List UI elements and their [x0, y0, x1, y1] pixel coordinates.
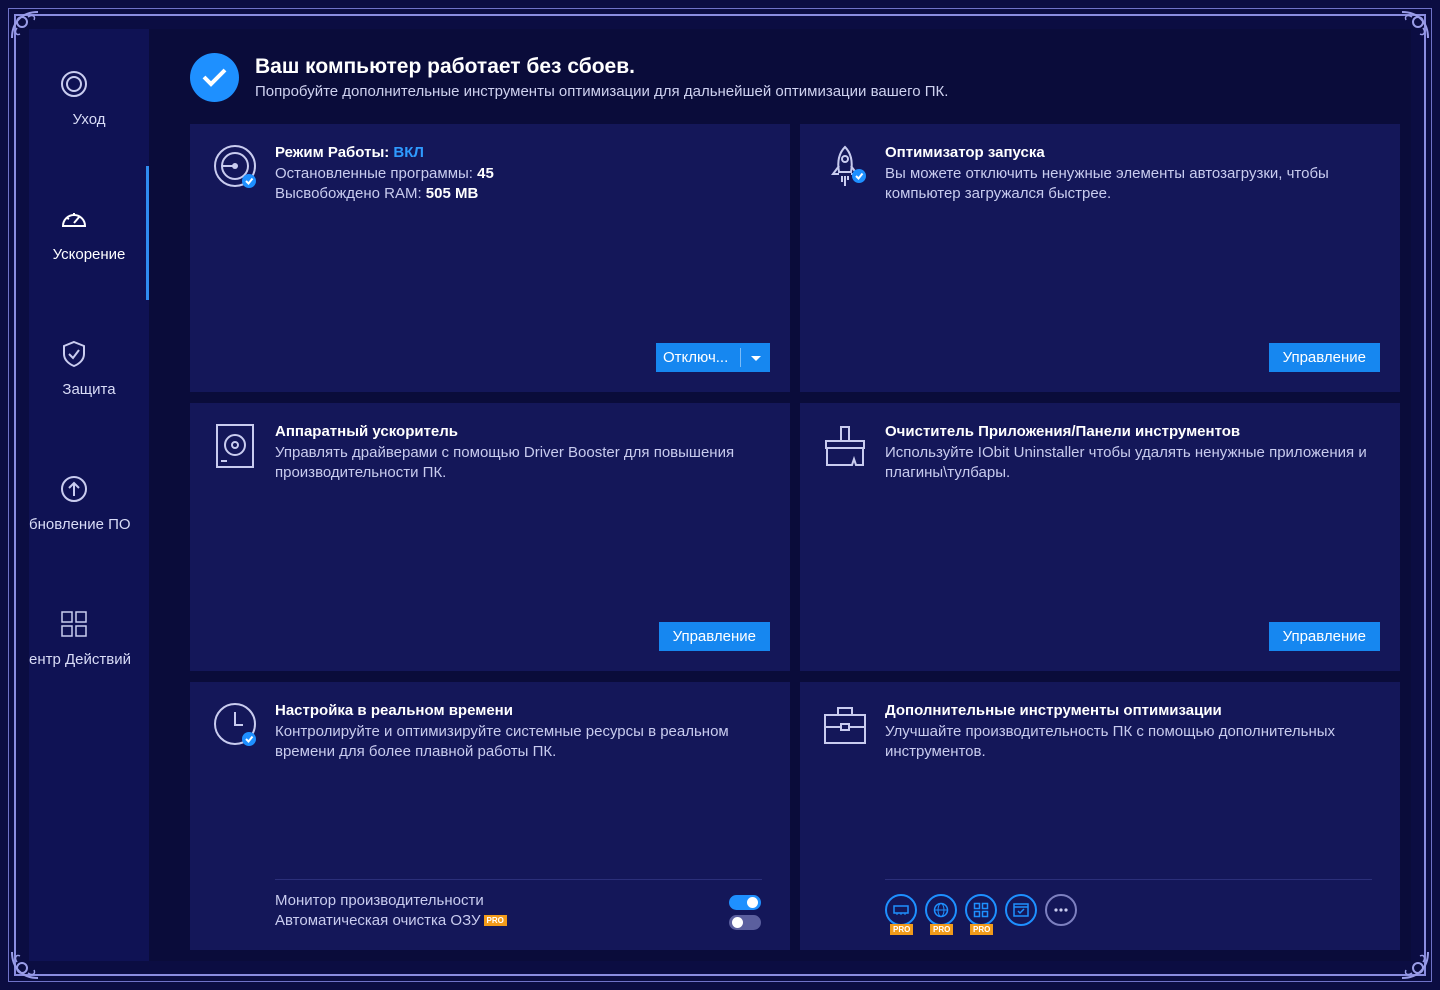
auto-ram-clean-toggle[interactable] [729, 915, 761, 930]
chevron-down-icon[interactable] [741, 343, 770, 372]
work-mode-state: ВКЛ [393, 144, 424, 161]
more-icon [1054, 908, 1068, 912]
pro-badge: PRO [890, 924, 914, 935]
update-arrow-icon [59, 474, 89, 504]
ring-icon [59, 69, 89, 99]
card-startup-optimizer: Оптимизатор запуска Вы можете отключить … [800, 124, 1400, 392]
toggle-label-performance-monitor: Монитор производительности [275, 892, 484, 909]
pro-badge: PRO [930, 924, 954, 935]
card-app-cleaner: Очиститель Приложения/Панели инструменто… [800, 403, 1400, 671]
toggle-label-auto-ram-clean: Автоматическая очистка ОЗУ [275, 912, 481, 929]
stopped-programs-label: Остановленные программы: [275, 165, 478, 182]
apps-icon [973, 902, 989, 918]
clock-check-icon [212, 702, 258, 748]
grid-icon [59, 609, 89, 639]
hardware-manage-button[interactable]: Управление [658, 622, 770, 651]
sidebar-item-software-update[interactable]: бновление ПО [29, 434, 149, 554]
card-title: Дополнительные инструменты оптимизации [885, 702, 1222, 719]
card-title: Режим Работы: ВКЛ [275, 144, 424, 161]
apps-tool-button[interactable]: PRO [965, 894, 997, 935]
freed-ram-label: Высвобождено RAM: [275, 185, 426, 202]
toolbox-icon [822, 702, 868, 748]
disable-split-button[interactable]: Отключ... [656, 343, 770, 372]
card-realtime-tuning: Настройка в реальном времени Контролируй… [190, 682, 790, 950]
gauge-check-icon [212, 144, 258, 190]
globe-rocket-icon [933, 902, 949, 918]
sidebar-item-speedup[interactable]: Ускорение [29, 164, 149, 284]
card-title: Аппаратный ускоритель [275, 423, 459, 440]
browser-tool-button[interactable] [1005, 894, 1037, 926]
disable-button[interactable]: Отключ... [656, 343, 740, 372]
brush-icon [822, 423, 868, 469]
divider [885, 879, 1372, 880]
sidebar-item-label: Уход [72, 111, 106, 128]
toggle-knob [732, 917, 743, 928]
shield-icon [59, 339, 89, 369]
speedometer-icon [59, 204, 89, 234]
card-title: Оптимизатор запуска [885, 144, 1045, 161]
internet-booster-tool-button[interactable]: PRO [925, 894, 957, 935]
divider [275, 879, 762, 880]
toggle-knob [747, 897, 758, 908]
freed-ram-value: 505 MB [425, 185, 479, 202]
sidebar-item-label: Защита [62, 381, 116, 398]
card-text: Используйте IObit Uninstaller чтобы удал… [885, 444, 1367, 481]
card-title: Настройка в реальном времени [275, 702, 513, 719]
toggle-row-auto-ram-clean: Автоматическая очистка ОЗУ PRO [275, 912, 507, 929]
sidebar-item-label: бновление ПО [29, 516, 131, 533]
sidebar-item-protection[interactable]: Защита [29, 299, 149, 419]
ram-tool-button[interactable]: PRO [885, 894, 917, 935]
more-tools-button[interactable] [1045, 894, 1077, 926]
sidebar-item-label: ентр Действий [29, 651, 131, 668]
stopped-programs-value: 45 [477, 165, 494, 182]
card-text: Улучшайте производительность ПК с помощь… [885, 723, 1336, 760]
hard-drive-icon [212, 423, 258, 469]
card-text: Управлять драйверами с помощью Driver Bo… [275, 444, 735, 481]
ram-icon [893, 905, 909, 915]
performance-monitor-toggle[interactable] [729, 895, 761, 910]
sidebar-item-care[interactable]: Уход [29, 29, 149, 149]
check-icon [190, 53, 239, 102]
sidebar-item-action-center[interactable]: ентр Действий [29, 569, 149, 689]
status-title: Ваш компьютер работает без сбоев. [255, 55, 635, 78]
status-subtitle: Попробуйте дополнительные инструменты оп… [255, 83, 949, 100]
card-text: Контролируйте и оптимизируйте системные … [275, 723, 729, 760]
startup-manage-button[interactable]: Управление [1268, 343, 1380, 372]
card-text: Остановленные программы: 45 Высвобождено… [275, 164, 765, 204]
pro-badge: PRO [483, 915, 507, 926]
pro-badge: PRO [970, 924, 994, 935]
cleaner-manage-button[interactable]: Управление [1268, 622, 1380, 651]
card-text: Вы можете отключить ненужные элементы ав… [885, 165, 1329, 202]
freed-ram-row: Высвобождено RAM: 505 MB [275, 184, 765, 204]
rocket-icon [822, 144, 868, 190]
work-mode-label: Режим Работы: [275, 144, 394, 161]
sidebar-item-label: Ускорение [52, 246, 126, 263]
card-work-mode: Режим Работы: ВКЛ Остановленные программ… [190, 124, 790, 392]
browser-check-icon [1013, 903, 1029, 917]
card-title: Очиститель Приложения/Панели инструменто… [885, 423, 1241, 440]
card-hardware-accelerator: Аппаратный ускоритель Управлять драйвера… [190, 403, 790, 671]
card-extra-tools: Дополнительные инструменты оптимизации У… [800, 682, 1400, 950]
stopped-programs-row: Остановленные программы: 45 [275, 164, 765, 184]
sidebar: Уход Ускорение Защита бновление ПО ентр … [29, 29, 149, 961]
